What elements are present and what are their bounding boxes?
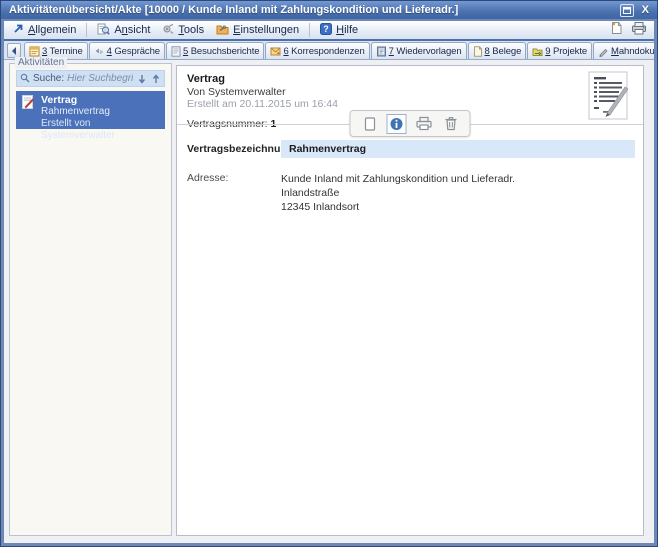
print-icon — [631, 21, 647, 40]
window-frame: Allgemein Ansicht Tools Einstellungen ? … — [1, 19, 657, 546]
tab-label: Mahndokumente — [611, 45, 654, 57]
activity-item-meta: Erstellt von Systemverwalter — [41, 118, 115, 141]
menubar: Allgemein Ansicht Tools Einstellungen ? … — [4, 21, 654, 41]
restore-window-icon — [622, 1, 631, 19]
contract-detail-card: Vertrag Von Systemverwalter Erstellt am … — [176, 65, 644, 536]
arrow-down-icon — [138, 74, 145, 84]
menu-label: Tools — [178, 24, 205, 36]
activity-list-item-vertrag[interactable]: Vertrag Rahmenvertrag Erstellt von Syste… — [16, 91, 165, 141]
tab-projekte[interactable]: 9 Projekte — [527, 42, 593, 59]
search-input[interactable] — [67, 73, 133, 84]
content-area: Aktivitäten Suche: Vertrag Rahmenvertrag… — [4, 57, 654, 543]
activity-item-text: Vertrag Rahmenvertrag Erstellt von Syste… — [41, 94, 160, 141]
copy-button[interactable] — [360, 114, 380, 134]
application-window: Aktivitätenübersicht/Akte [10000 / Kunde… — [0, 0, 658, 547]
menu-tools[interactable]: Tools — [157, 22, 209, 39]
new-document-button[interactable] — [607, 19, 626, 41]
mahndokumente-icon — [599, 48, 608, 57]
tab-label: 5 Besuchsberichte — [182, 45, 260, 57]
detail-author: Von Systemverwalter — [187, 86, 286, 98]
info-button[interactable] — [386, 113, 407, 134]
close-button[interactable]: X — [640, 4, 651, 16]
tab-label: 3 Termine — [42, 45, 83, 57]
address-line: 12345 Inlandsort — [281, 201, 360, 213]
tab-gespraeche[interactable]: 4 Gespräche — [88, 42, 165, 59]
sidebar-legend: Aktivitäten — [15, 57, 68, 69]
search-prev-button[interactable] — [150, 72, 161, 85]
menu-separator — [309, 23, 311, 37]
tab-mahndokumente[interactable]: Mahndokumente — [593, 42, 654, 59]
tab-besuchsberichte[interactable]: 5 Besuchsberichte — [165, 42, 265, 59]
menu-allgemein[interactable]: Allgemein — [8, 22, 81, 38]
info-icon — [390, 117, 403, 130]
tab-label: 8 Belege — [484, 45, 522, 57]
tab-wiedervorlagen[interactable]: 7 Wiedervorlagen — [370, 42, 467, 59]
address-line: Inlandstraße — [281, 187, 340, 199]
menu-hilfe[interactable]: ? Hilfe — [315, 22, 363, 39]
termine-icon — [29, 46, 40, 56]
detail-title: Vertrag — [187, 73, 225, 85]
address-line: Kunde Inland mit Zahlungskondition und L… — [281, 173, 516, 185]
arrow-ne-icon — [13, 23, 24, 37]
view-icon — [97, 23, 111, 38]
settings-icon — [216, 23, 229, 38]
new-document-icon — [610, 20, 623, 40]
tab-label: 4 Gespräche — [106, 45, 160, 57]
search-label: Suche: — [33, 73, 65, 84]
tabbar: 3 Termine 4 Gespräche 5 Besuchsberichte … — [4, 41, 654, 60]
help-icon: ? — [320, 22, 333, 38]
window-title: Aktivitätenübersicht/Akte [10000 / Kunde… — [9, 4, 459, 16]
besuchsberichte-icon — [171, 45, 181, 57]
restore-button[interactable] — [619, 1, 634, 19]
field-label-adresse: Adresse: — [187, 172, 229, 184]
activity-item-title: Vertrag — [41, 94, 78, 106]
record-toolbar — [349, 110, 471, 137]
activity-item-subtitle: Rahmenvertrag — [41, 106, 110, 117]
titlebar: Aktivitätenübersicht/Akte [10000 / Kunde… — [1, 1, 657, 19]
tab-belege[interactable]: 8 Belege — [467, 42, 527, 59]
wiedervorlagen-icon — [376, 46, 386, 56]
activities-sidebar: Aktivitäten Suche: Vertrag Rahmenvertrag… — [9, 57, 172, 536]
menu-label: Ansicht — [114, 24, 151, 36]
menu-label: Allgemein — [28, 24, 77, 36]
window-controls: X — [619, 1, 651, 19]
print-record-button[interactable] — [414, 114, 434, 134]
tab-label: 9 Projekte — [545, 45, 588, 57]
contract-document-illustration-icon — [587, 71, 631, 121]
printer-icon — [415, 116, 432, 131]
menu-label: Einstellungen — [233, 24, 300, 36]
trash-icon — [445, 117, 456, 131]
menu-separator — [86, 23, 88, 37]
search-icon — [20, 70, 30, 88]
menu-einstellungen[interactable]: Einstellungen — [211, 22, 304, 39]
delete-button[interactable] — [441, 114, 461, 134]
menu-label: Hilfe — [336, 24, 359, 36]
svg-text:?: ? — [323, 24, 329, 34]
search-next-button[interactable] — [136, 72, 147, 85]
korrespondenzen-icon — [270, 47, 281, 55]
copy-icon — [364, 116, 375, 131]
tab-label: 7 Wiedervorlagen — [388, 45, 462, 57]
belege-icon — [473, 45, 482, 57]
contract-icon — [21, 94, 35, 126]
tab-korrespondenzen[interactable]: 6 Korrespondenzen — [265, 42, 370, 59]
projekte-icon — [532, 48, 543, 56]
detail-created-timestamp: Erstellt am 20.11.2015 um 16:44 — [187, 98, 338, 110]
tab-scroll-left-button[interactable] — [7, 43, 21, 58]
print-button[interactable] — [628, 20, 650, 41]
field-value-vertragsbezeichnung: Rahmenvertrag — [281, 140, 635, 158]
tools-icon — [162, 23, 174, 38]
tab-label: 6 Korrespondenzen — [283, 45, 365, 57]
arrow-up-icon — [152, 73, 159, 83]
gespraeche-icon — [95, 48, 104, 54]
menu-ansicht[interactable]: Ansicht — [92, 22, 155, 39]
search-bar: Suche: — [16, 70, 165, 87]
field-value-adresse: Kunde Inland mit Zahlungskondition und L… — [281, 172, 515, 214]
